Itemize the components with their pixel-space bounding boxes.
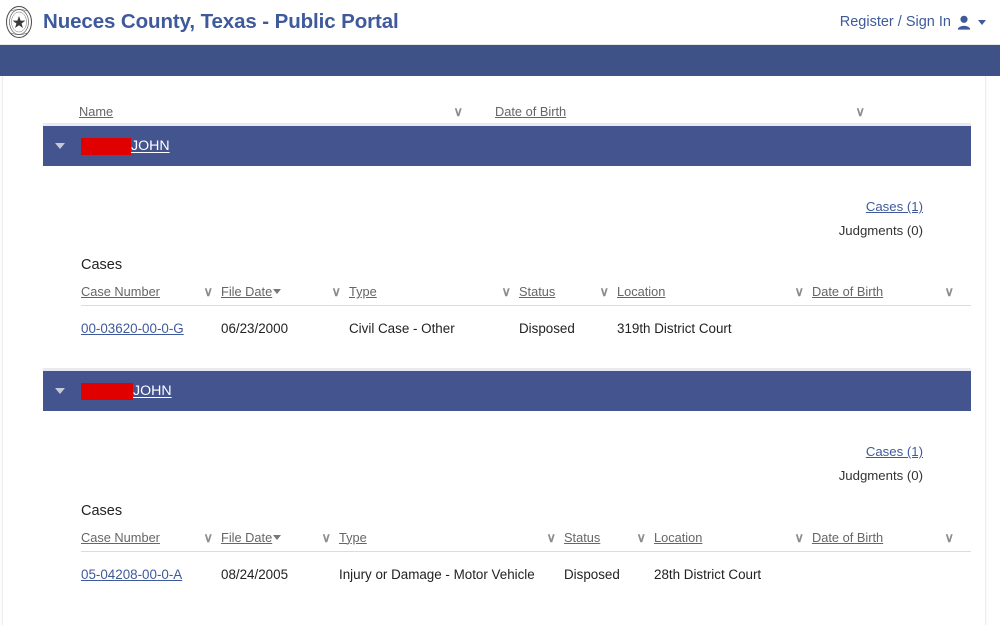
chevron-down-icon[interactable]: ∨ [331, 285, 341, 298]
col-status: Status ∨ [519, 284, 617, 299]
cases-table: Case Number ∨ File Date ∨ Type ∨ Status … [81, 530, 971, 582]
chevron-down-icon[interactable]: ∨ [636, 531, 646, 544]
col-status-label[interactable]: Status [519, 284, 555, 299]
person-name-visible[interactable]: JOHN [131, 138, 170, 154]
judgments-count-text: Judgments (0) [838, 222, 923, 238]
triangle-down-icon[interactable] [55, 143, 65, 149]
app-header: Nueces County, Texas - Public Portal Reg… [0, 0, 1000, 45]
chevron-down-icon[interactable]: ∨ [794, 285, 804, 298]
chevron-down-icon[interactable]: ∨ [944, 531, 954, 544]
col-file-date: File Date ∨ [221, 284, 349, 299]
account-menu[interactable]: Register / Sign In [840, 14, 986, 30]
cases-count-link[interactable]: Cases (1) [866, 444, 923, 459]
person-counts: Cases (1) Judgments (0) [43, 411, 971, 486]
page-title: Nueces County, Texas - Public Portal [43, 10, 399, 33]
cases-table-header: Case Number ∨ File Date ∨ Type ∨ Status … [81, 530, 971, 552]
cell-case-number: 05-04208-00-0-A [81, 567, 221, 582]
table-row[interactable]: 05-04208-00-0-A 08/24/2005 Injury or Dam… [81, 552, 971, 582]
master-grid-header: Name ∨ Date of Birth ∨ [3, 76, 985, 123]
col-case-number: Case Number ∨ [81, 284, 221, 299]
person-counts: Cases (1) Judgments (0) [43, 166, 971, 241]
cases-section-label: Cases [81, 502, 123, 519]
page-body: Name ∨ Date of Birth ∨ JOHN Cases (1) Ju… [0, 76, 1000, 625]
chevron-down-icon[interactable]: ∨ [501, 285, 511, 298]
person-detail: Cases (1) Judgments (0) Cases Case Numbe… [3, 411, 985, 582]
content-panel: Name ∨ Date of Birth ∨ JOHN Cases (1) Ju… [2, 76, 986, 625]
col-file-date-label[interactable]: File Date [221, 530, 272, 545]
chevron-down-icon[interactable]: ∨ [944, 285, 954, 298]
person-row[interactable]: JOHN [43, 368, 971, 412]
col-dob-label[interactable]: Date of Birth [812, 530, 883, 545]
cell-status: Disposed [519, 321, 575, 337]
col-location: Location ∨ [617, 284, 812, 299]
person-name-visible[interactable]: JOHN [133, 383, 172, 399]
col-type: Type ∨ [339, 530, 564, 545]
cases-section-label: Cases [81, 257, 123, 274]
cell-location: 319th District Court [617, 321, 732, 337]
redaction-block [81, 382, 133, 400]
cell-type: Civil Case - Other [349, 321, 455, 337]
nav-band [0, 45, 1000, 76]
col-type: Type ∨ [349, 284, 519, 299]
col-location: Location ∨ [654, 530, 812, 545]
redaction-block [81, 137, 131, 155]
chevron-down-icon[interactable]: ∨ [453, 105, 463, 118]
col-dob-label[interactable]: Date of Birth [812, 284, 883, 299]
col-type-label[interactable]: Type [349, 284, 377, 299]
col-date-of-birth: Date of Birth ∨ [812, 530, 962, 545]
column-header-dob-label[interactable]: Date of Birth [495, 104, 566, 119]
person-name-link[interactable]: JOHN [81, 382, 172, 400]
triangle-down-icon[interactable] [55, 388, 65, 395]
cell-file-date: 08/24/2005 [221, 566, 289, 582]
col-location-label[interactable]: Location [617, 284, 665, 299]
judgments-count-text: Judgments (0) [838, 468, 923, 484]
col-status: Status ∨ [564, 530, 654, 545]
column-header-name-label[interactable]: Name [79, 104, 113, 119]
cell-location: 28th District Court [654, 566, 762, 582]
col-status-label[interactable]: Status [564, 530, 600, 545]
col-case-number-label[interactable]: Case Number [81, 530, 160, 545]
user-icon[interactable] [957, 15, 971, 30]
col-file-date-label[interactable]: File Date [221, 284, 272, 299]
col-date-of-birth: Date of Birth ∨ [812, 284, 962, 299]
texas-state-seal-icon [6, 6, 32, 38]
chevron-down-icon[interactable]: ∨ [599, 285, 609, 298]
chevron-down-icon[interactable]: ∨ [794, 531, 804, 544]
chevron-down-icon[interactable]: ∨ [203, 285, 213, 298]
col-case-number: Case Number ∨ [81, 530, 221, 545]
col-location-label[interactable]: Location [654, 530, 702, 545]
cell-case-number: 00-03620-00-0-G [81, 321, 221, 336]
column-header-date-of-birth: Date of Birth ∨ [463, 104, 903, 119]
cell-file-date: 06/23/2000 [221, 321, 289, 337]
case-number-link[interactable]: 00-03620-00-0-G [81, 321, 184, 336]
table-row[interactable]: 00-03620-00-0-G 06/23/2000 Civil Case - … [81, 306, 971, 336]
col-case-number-label[interactable]: Case Number [81, 284, 160, 299]
cases-count-link[interactable]: Cases (1) [866, 199, 923, 214]
col-type-label[interactable]: Type [339, 530, 367, 545]
chevron-down-icon[interactable]: ∨ [321, 531, 331, 544]
case-number-link[interactable]: 05-04208-00-0-A [81, 567, 182, 582]
cell-type: Injury or Damage - Motor Vehicle [339, 566, 535, 582]
person-detail: Cases (1) Judgments (0) Cases Case Numbe… [3, 166, 985, 336]
chevron-down-icon[interactable] [978, 19, 986, 25]
person-name-link[interactable]: JOHN [81, 137, 170, 155]
col-file-date: File Date ∨ [221, 530, 339, 545]
chevron-down-icon[interactable]: ∨ [546, 531, 556, 544]
sort-descending-icon[interactable] [273, 534, 282, 540]
cases-table: Case Number ∨ File Date ∨ Type ∨ Status … [81, 284, 971, 336]
chevron-down-icon[interactable]: ∨ [855, 105, 865, 118]
person-row[interactable]: JOHN [43, 123, 971, 166]
sort-descending-icon[interactable] [273, 289, 282, 295]
register-signin-label[interactable]: Register / Sign In [840, 14, 951, 30]
cases-table-header: Case Number ∨ File Date ∨ Type ∨ Status … [81, 284, 971, 307]
column-header-name: Name ∨ [3, 104, 463, 119]
brand: Nueces County, Texas - Public Portal [4, 5, 399, 39]
chevron-down-icon[interactable]: ∨ [203, 531, 213, 544]
cell-status: Disposed [564, 566, 620, 582]
